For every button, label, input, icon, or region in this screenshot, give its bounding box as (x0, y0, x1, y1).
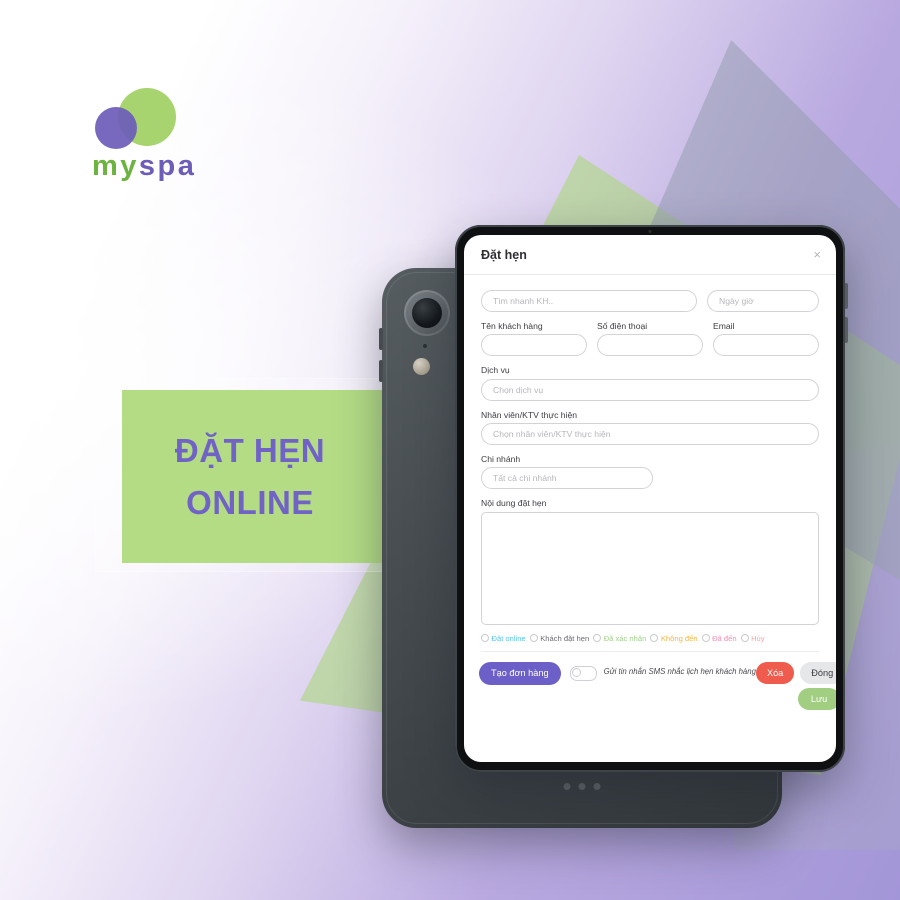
sms-toggle[interactable] (569, 665, 597, 681)
status-radio-group: Đặt online Khách đặt hẹn Đã xác nhận Khô… (481, 634, 819, 652)
tablet-volume-up-button[interactable] (844, 283, 848, 309)
microphone-icon (423, 344, 427, 348)
customer-name-field: Tên khách hàng (481, 321, 587, 357)
camera-icon (404, 290, 450, 336)
status-option-huy[interactable]: Hủy (740, 633, 765, 643)
customer-name-label: Tên khách hàng (481, 321, 543, 331)
tablet-screen: Đặt hẹn × Tìm nhanh KH.. Ngày giờ Tên kh… (464, 235, 836, 762)
quick-search-field: Tìm nhanh KH.. (481, 290, 697, 312)
radio-icon[interactable] (701, 634, 710, 643)
phone-field: Số điện thoại (597, 321, 703, 357)
dialog-footer: Tạo đơn hàng Gửi tin nhắn SMS nhắc lịch … (464, 652, 836, 710)
phone-input[interactable] (597, 334, 703, 357)
volume-down-button[interactable] (379, 360, 383, 382)
service-label: Dịch vụ (481, 365, 510, 376)
logo-wordmark-spa: spa (138, 150, 197, 182)
footer-actions: Xóa Đóng Lưu (755, 661, 836, 710)
radio-icon[interactable] (529, 634, 538, 643)
headline-text: ĐẶT HẸN ONLINE (122, 390, 378, 563)
email-label: Email (713, 321, 735, 331)
sms-note-label: Gửi tin nhắn SMS nhắc lịch hẹn khách hàn… (603, 666, 756, 676)
flash-icon (413, 358, 430, 375)
front-camera-icon (648, 230, 652, 233)
create-order-button[interactable]: Tạo đơn hàng (479, 661, 561, 685)
status-label: Không đến (660, 633, 698, 643)
poster-canvas: myspa ĐẶT HẸN ONLINE Đặt hẹn × Tìm nhanh… (0, 0, 900, 900)
branch-label: Chi nhánh (481, 453, 521, 464)
dialog-body: Tìm nhanh KH.. Ngày giờ Tên khách hàng S… (464, 275, 836, 652)
headline-line-1: ĐẶT HẸN (174, 432, 326, 470)
phone-label: Số điện thoại (597, 321, 648, 331)
email-field: Email (713, 321, 819, 357)
radio-icon[interactable] (740, 634, 749, 643)
close-button[interactable]: Đóng (800, 661, 836, 684)
sms-toggle-knob (571, 667, 581, 677)
radio-icon[interactable] (481, 634, 489, 643)
staff-label: Nhân viên/KTV thực hiện (481, 409, 578, 420)
tablet-volume-down-button[interactable] (844, 317, 848, 343)
email-input[interactable] (713, 334, 819, 357)
quick-search-input[interactable]: Tìm nhanh KH.. (481, 290, 697, 312)
camera-lens-icon (412, 298, 442, 328)
customer-info-row: Tên khách hàng Số điện thoại Email (481, 321, 819, 357)
service-select[interactable]: Chọn dịch vụ (481, 378, 819, 401)
branch-field: Chi nhánh Tất cả chi nhánh (481, 453, 653, 490)
status-label: Khách đặt hẹn (540, 633, 590, 643)
status-option-dat-online[interactable]: Đặt online (481, 634, 526, 643)
branch-select[interactable]: Tất cả chi nhánh (481, 467, 653, 490)
status-option-da-xac-nhan[interactable]: Đã xác nhận (593, 634, 646, 643)
staff-field: Nhân viên/KTV thực hiện Chọn nhân viên/K… (481, 410, 819, 445)
dialog-title: Đặt hẹn (481, 247, 527, 262)
customer-name-input[interactable] (481, 334, 587, 357)
status-label: Đã đến (712, 633, 737, 643)
status-option-da-den[interactable]: Đã đến (701, 633, 737, 643)
note-field: Nội dung đặt hẹn (481, 498, 819, 625)
smart-connector-icon (563, 783, 601, 790)
quick-search-row: Tìm nhanh KH.. Ngày giờ (481, 290, 819, 312)
status-label: Hủy (751, 633, 765, 643)
radio-icon[interactable] (650, 634, 659, 643)
datetime-field: Ngày giờ (707, 290, 819, 312)
datetime-input[interactable]: Ngày giờ (707, 290, 819, 312)
note-label: Nội dung đặt hẹn (481, 498, 547, 509)
status-label: Đã xác nhận (603, 633, 647, 643)
status-option-khach-dat-hen[interactable]: Khách đặt hẹn (529, 633, 590, 643)
dialog-header: Đặt hẹn × (464, 235, 836, 275)
staff-select[interactable]: Chọn nhân viên/KTV thực hiện (481, 422, 819, 445)
volume-up-button[interactable] (379, 328, 383, 350)
status-option-khong-den[interactable]: Không đến (650, 633, 698, 643)
brand-logo: myspa (92, 88, 252, 183)
save-button[interactable]: Lưu (797, 687, 836, 710)
logo-wordmark-my: my (92, 150, 139, 182)
tablet-front-device: Đặt hẹn × Tìm nhanh KH.. Ngày giờ Tên kh… (455, 225, 848, 772)
logo-wordmark: myspa (92, 150, 196, 183)
note-textarea[interactable] (481, 511, 819, 625)
radio-icon[interactable] (593, 634, 602, 643)
close-icon[interactable]: × (813, 248, 821, 261)
status-label: Đặt online (491, 633, 526, 643)
headline-line-2: ONLINE (186, 483, 314, 521)
delete-button[interactable]: Xóa (755, 661, 795, 684)
logo-circle-purple-icon (95, 107, 137, 149)
service-field: Dịch vụ Chọn dịch vụ (481, 365, 819, 401)
